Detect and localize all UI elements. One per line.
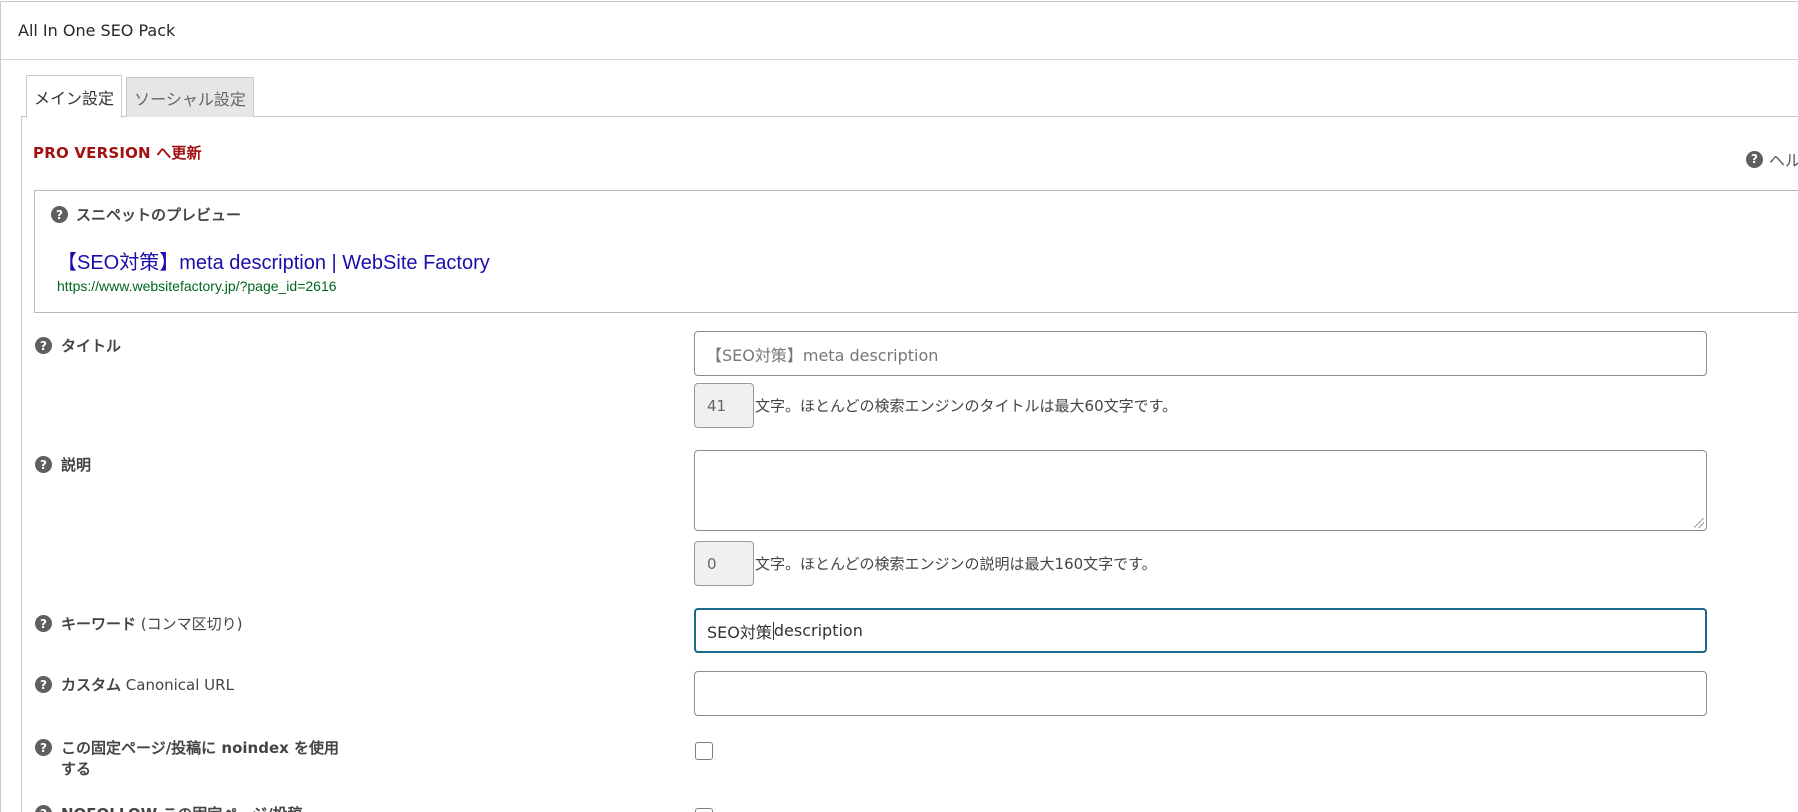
help-toggle-label: ヘル xyxy=(1769,151,1798,170)
canonical-label-text: カスタム Canonical URL xyxy=(61,675,234,696)
keywords-value-after-caret: description xyxy=(773,621,863,640)
noindex-label-text: この固定ページ/投稿に noindex を使用 する xyxy=(61,738,339,780)
pro-upgrade-link[interactable]: PRO VERSION へ更新 xyxy=(33,142,202,163)
description-label-text: 説明 xyxy=(61,456,92,474)
help-icon[interactable]: ? xyxy=(35,676,52,693)
help-toggle[interactable]: ? ヘル xyxy=(1746,147,1798,171)
tab-social-settings[interactable]: ソーシャル設定 xyxy=(126,77,254,117)
snippet-url: https://www.websitefactory.jp/?page_id=2… xyxy=(57,278,337,294)
tab-bar-divider xyxy=(21,116,1798,117)
noindex-label-line2: する xyxy=(61,760,92,778)
canonical-field-label: ? カスタム Canonical URL xyxy=(35,675,234,696)
panel-border xyxy=(21,117,22,812)
help-icon[interactable]: ? xyxy=(51,206,68,223)
help-icon: ? xyxy=(1746,150,1763,168)
metabox-title: All In One SEO Pack xyxy=(18,21,176,40)
title-input[interactable]: 【SEO対策】meta description xyxy=(694,331,1707,376)
description-count-help: 文字。ほとんどの検索エンジンの説明は最大160文字です。 xyxy=(755,555,1157,573)
seo-metabox: All In One SEO Pack メイン設定 ソーシャル設定 PRO VE… xyxy=(0,1,1798,812)
help-icon[interactable]: ? xyxy=(35,615,52,632)
nofollow-checkbox[interactable] xyxy=(695,808,713,812)
noindex-field-label: ? この固定ページ/投稿に noindex を使用 する xyxy=(35,738,339,780)
keywords-value-before-caret: SEO対策 xyxy=(707,622,772,642)
title-char-count: 41 xyxy=(707,396,727,415)
help-icon[interactable]: ? xyxy=(35,456,52,473)
keywords-label-sub: (コンマ区切り) xyxy=(136,615,243,633)
nofollow-field-label: ? NOFOLLOW この固定ページ/投稿 xyxy=(35,804,303,812)
noindex-checkbox[interactable] xyxy=(695,742,713,760)
keywords-label-main: キーワード xyxy=(61,615,137,633)
help-icon[interactable]: ? xyxy=(35,337,52,354)
tab-main-settings-label: メイン設定 xyxy=(33,89,114,108)
canonical-url-input[interactable] xyxy=(694,671,1707,716)
title-input-placeholder: 【SEO対策】meta description xyxy=(706,345,939,365)
keywords-label-text: キーワード (コンマ区切り) xyxy=(61,614,243,635)
nofollow-label-text: NOFOLLOW この固定ページ/投稿 xyxy=(61,804,303,812)
title-label-text: タイトル xyxy=(61,337,122,355)
keywords-field-label: ? キーワード (コンマ区切り) xyxy=(35,614,243,635)
canonical-label-main: カスタム xyxy=(61,676,122,694)
resize-grip-icon[interactable] xyxy=(1694,518,1704,528)
noindex-label-line1: この固定ページ/投稿に noindex を使用 xyxy=(61,739,340,757)
tab-social-settings-label: ソーシャル設定 xyxy=(134,89,246,109)
snippet-preview: ? スニペットのプレビュー 【SEO対策】meta description | … xyxy=(34,190,1798,313)
canonical-label-sub: Canonical URL xyxy=(121,676,234,694)
snippet-preview-label-text: スニペットのプレビュー xyxy=(76,206,242,224)
snippet-preview-label: ? スニペットのプレビュー xyxy=(51,204,241,225)
tab-main-settings[interactable]: メイン設定 xyxy=(26,75,122,118)
help-icon[interactable]: ? xyxy=(35,739,52,756)
metabox-header[interactable]: All In One SEO Pack xyxy=(1,2,1798,60)
description-textarea[interactable] xyxy=(694,450,1707,531)
description-field-label: ? 説明 xyxy=(35,455,91,476)
snippet-title: 【SEO対策】meta description | WebSite Factor… xyxy=(57,252,490,274)
description-char-count: 0 xyxy=(707,554,717,573)
title-count-help: 文字。ほとんどの検索エンジンのタイトルは最大60文字です。 xyxy=(755,397,1178,415)
title-field-label: ? タイトル xyxy=(35,336,121,357)
title-char-counter: 41 xyxy=(694,383,754,428)
help-icon[interactable]: ? xyxy=(35,805,52,812)
keywords-input[interactable]: SEO対策 description xyxy=(694,608,1707,653)
description-char-counter: 0 xyxy=(694,541,754,586)
